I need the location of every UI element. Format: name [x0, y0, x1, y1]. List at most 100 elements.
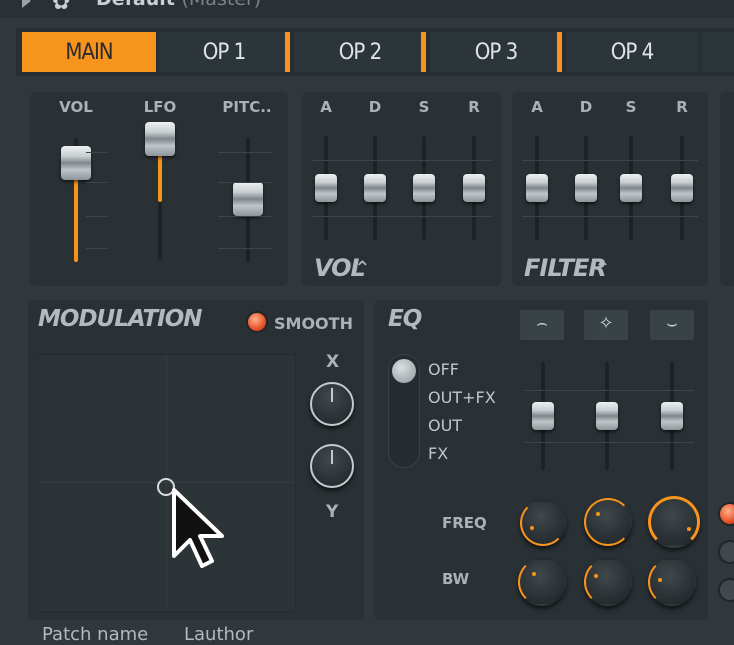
right-led[interactable]	[720, 580, 734, 600]
env-r-label: R	[676, 98, 688, 116]
eq-bw-knob-2[interactable]	[584, 558, 632, 606]
smooth-led[interactable]	[248, 313, 266, 331]
eq-freq-knob-2[interactable]	[584, 498, 632, 546]
right-led-active[interactable]	[720, 504, 734, 524]
tab-accent-mark	[285, 32, 290, 72]
eq-panel: EQ ⌢ ✧ ⌣ OFF OUT+FX OUT FX FREQ BW	[374, 300, 708, 620]
patch-name-label: Patch name	[42, 624, 149, 645]
tick	[218, 216, 272, 217]
lfo-label: LFO	[143, 98, 177, 116]
eq-mode-switch-handle[interactable]	[392, 359, 416, 383]
eq-freq-knob-1[interactable]	[520, 500, 566, 546]
tick	[524, 442, 694, 443]
menu-arrow-icon[interactable]	[22, 0, 31, 8]
right-panel-edge	[720, 92, 734, 286]
eq-mode-switch[interactable]	[388, 354, 420, 468]
tick	[312, 160, 492, 161]
master-panel: VOL LFO PITC..	[30, 92, 288, 286]
filter-decay-slider[interactable]	[575, 174, 597, 202]
right-led[interactable]	[720, 542, 734, 562]
author-label: Lauthor	[184, 624, 254, 645]
tick	[218, 248, 272, 249]
env-s-label: S	[625, 98, 637, 116]
bw-label: BW	[442, 570, 470, 588]
eq-title: EQ	[388, 306, 422, 332]
eq-mode-fx[interactable]: FX	[428, 444, 448, 463]
eq-mode-out[interactable]: OUT	[428, 416, 462, 435]
envelope-shape-icon[interactable]: ⌃	[354, 256, 371, 280]
filter-attack-slider[interactable]	[526, 174, 548, 202]
smooth-label: SMOOTH	[274, 314, 353, 333]
knob-pointer	[331, 450, 333, 464]
filter-release-slider[interactable]	[671, 174, 693, 202]
x-label: X	[326, 352, 340, 372]
env-d-label: D	[368, 98, 382, 116]
env-a-label: A	[531, 98, 543, 116]
knob-dot	[658, 578, 662, 582]
eq-mode-out-fx[interactable]: OUT+FX	[428, 388, 496, 407]
pitch-slider[interactable]	[233, 182, 263, 216]
tab-label: OP 3	[474, 39, 518, 65]
vol-release-slider[interactable]	[463, 174, 485, 202]
tick	[522, 216, 698, 217]
pitch-label: PITC..	[222, 98, 272, 116]
env-s-label: S	[418, 98, 430, 116]
tick	[522, 160, 698, 161]
eq-bw-knob-1[interactable]	[518, 558, 566, 606]
xy-pad[interactable]	[38, 354, 296, 612]
knob-pointer	[331, 388, 333, 402]
env-d-label: D	[579, 98, 593, 116]
tab-label: OP 4	[610, 39, 654, 65]
vol-envelope-panel: A D S R VOL ⌃	[302, 92, 502, 286]
filter-sustain-slider[interactable]	[620, 174, 642, 202]
tab-accent-mark	[421, 32, 426, 72]
tab-label: OP 1	[202, 39, 246, 65]
title-bar: ✿ Default (Master)	[0, 0, 734, 18]
gear-icon[interactable]: ✿	[52, 0, 70, 14]
tab-accent-mark	[557, 32, 562, 72]
y-knob[interactable]	[310, 444, 354, 488]
tick	[524, 390, 694, 391]
eq-lowshelf-button[interactable]: ⌢	[520, 310, 564, 340]
x-knob[interactable]	[310, 382, 354, 426]
tab-op3[interactable]: OP 3	[430, 32, 562, 72]
eq-gain-slider-2[interactable]	[596, 402, 618, 430]
vol-attack-slider[interactable]	[315, 174, 337, 202]
tick	[218, 182, 272, 183]
tab-op4[interactable]: OP 4	[566, 32, 698, 72]
knob-dot	[687, 527, 691, 531]
env-r-label: R	[468, 98, 480, 116]
eq-gain-slider-1[interactable]	[532, 402, 554, 430]
tab-op2[interactable]: OP 2	[294, 32, 426, 72]
eq-highshelf-button[interactable]: ⌣	[650, 310, 694, 340]
tab-op1[interactable]: OP 1	[158, 32, 290, 72]
freq-label: FREQ	[442, 514, 487, 532]
window-title: Default (Master)	[96, 0, 261, 10]
env-a-label: A	[320, 98, 332, 116]
tab-label: OP 2	[338, 39, 382, 65]
tick	[86, 248, 108, 249]
knob-dot	[596, 512, 600, 516]
eq-freq-knob-3[interactable]	[648, 496, 700, 548]
tab-main[interactable]: MAIN	[22, 32, 156, 72]
mouse-cursor-icon	[172, 488, 224, 568]
eq-mode-off[interactable]: OFF	[428, 360, 459, 379]
tick	[218, 152, 272, 153]
tick	[312, 216, 492, 217]
vol-decay-slider[interactable]	[364, 174, 386, 202]
tick	[86, 182, 108, 183]
knob-dot	[532, 572, 536, 576]
tick	[86, 216, 108, 217]
eq-gain-slider-3[interactable]	[661, 402, 683, 430]
knob-dot	[530, 526, 534, 530]
eq-peak-button[interactable]: ✧	[584, 310, 628, 340]
tab-more[interactable]	[702, 32, 734, 72]
filter-envelope-panel: A D S R FILTER ⌃	[512, 92, 708, 286]
knob-dot	[594, 574, 598, 578]
tick	[86, 152, 108, 153]
eq-bw-knob-3[interactable]	[648, 558, 696, 606]
lfo-slider[interactable]	[145, 122, 175, 156]
vol-sustain-slider[interactable]	[413, 174, 435, 202]
tab-bar: MAIN OP 1 OP 2 OP 3 OP 4	[16, 28, 734, 76]
envelope-shape-icon[interactable]: ⌃	[594, 256, 611, 280]
